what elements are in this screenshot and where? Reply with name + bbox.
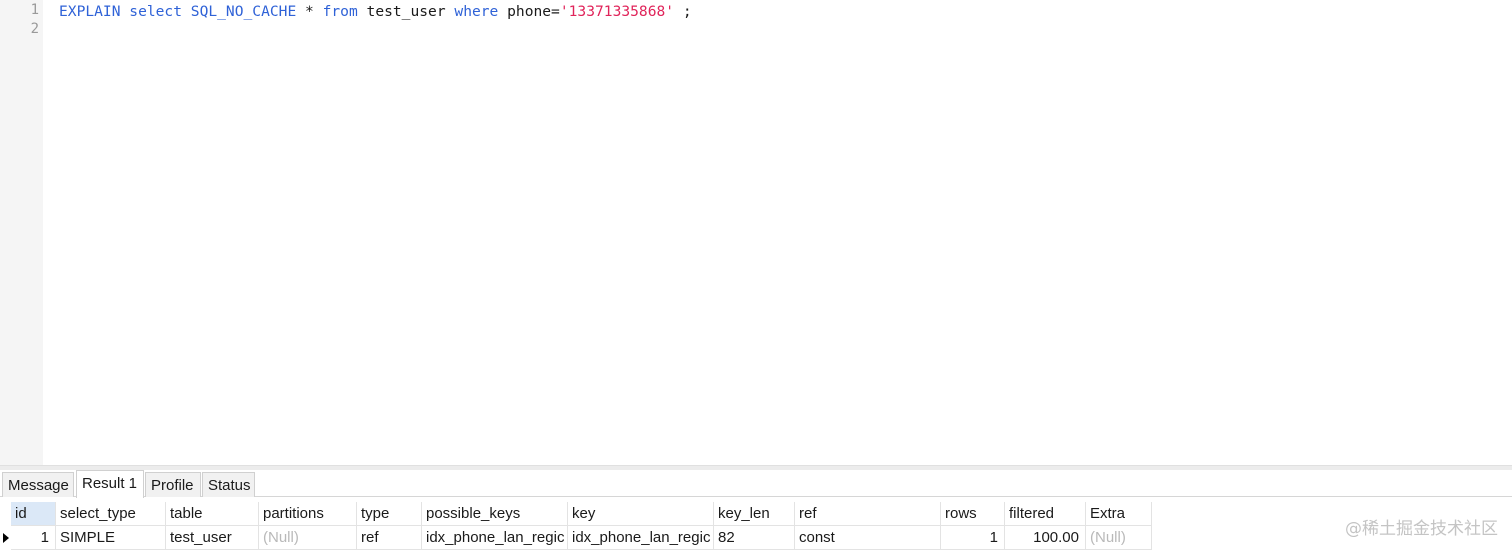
column-header-extra[interactable]: Extra	[1086, 502, 1152, 526]
cell-select-type[interactable]: SIMPLE	[56, 526, 166, 550]
cell-partitions[interactable]: (Null)	[259, 526, 357, 550]
column-header-key[interactable]: key	[568, 502, 714, 526]
tab-profile[interactable]: Profile	[145, 472, 201, 497]
column-header-key-len[interactable]: key_len	[714, 502, 795, 526]
line-number: 1	[30, 2, 39, 18]
cell-table[interactable]: test_user	[166, 526, 259, 550]
result-tabs: Message Result 1 Profile Status	[0, 470, 1512, 498]
sql-text: phone=	[498, 3, 560, 20]
cell-key[interactable]: idx_phone_lan_regic	[568, 526, 714, 550]
column-header-partitions[interactable]: partitions	[259, 502, 357, 526]
cell-extra[interactable]: (Null)	[1086, 526, 1152, 550]
cell-type[interactable]: ref	[357, 526, 422, 550]
column-header-type[interactable]: type	[357, 502, 422, 526]
cell-key-len[interactable]: 82	[714, 526, 795, 550]
cell-possible-keys[interactable]: idx_phone_lan_regic	[422, 526, 568, 550]
line-number-gutter: 1 2	[0, 0, 43, 465]
column-header-rows[interactable]: rows	[941, 502, 1005, 526]
column-header-table[interactable]: table	[166, 502, 259, 526]
column-header-id[interactable]: id	[11, 502, 56, 526]
cell-filtered[interactable]: 100.00	[1005, 526, 1086, 550]
tab-status[interactable]: Status	[202, 472, 255, 497]
cell-id[interactable]: 1	[11, 526, 56, 550]
column-header-ref[interactable]: ref	[795, 502, 941, 526]
tab-result-1[interactable]: Result 1	[76, 470, 144, 498]
sql-text: *	[296, 3, 323, 20]
sql-keyword: EXPLAIN select SQL_NO_CACHE	[59, 3, 297, 20]
row-pointer-icon	[0, 526, 10, 550]
line-number: 2	[30, 21, 39, 37]
watermark: @稀土掘金技术社区	[1345, 519, 1498, 539]
sql-text: test_user	[357, 3, 455, 20]
sql-query-line[interactable]: EXPLAIN select SQL_NO_CACHE * from test_…	[59, 2, 692, 21]
column-header-possible-keys[interactable]: possible_keys	[422, 502, 568, 526]
sql-keyword: from	[322, 3, 358, 20]
column-header-select-type[interactable]: select_type	[56, 502, 166, 526]
cell-rows[interactable]: 1	[941, 526, 1005, 550]
column-header-filtered[interactable]: filtered	[1005, 502, 1086, 526]
sql-text: ;	[674, 3, 692, 20]
cell-ref[interactable]: const	[795, 526, 941, 550]
sql-keyword: where	[454, 3, 499, 20]
tab-message[interactable]: Message	[2, 472, 74, 497]
sql-string-literal: '13371335868'	[559, 3, 675, 20]
sql-editor[interactable]: 1 2 EXPLAIN select SQL_NO_CACHE * from t…	[0, 0, 1512, 465]
